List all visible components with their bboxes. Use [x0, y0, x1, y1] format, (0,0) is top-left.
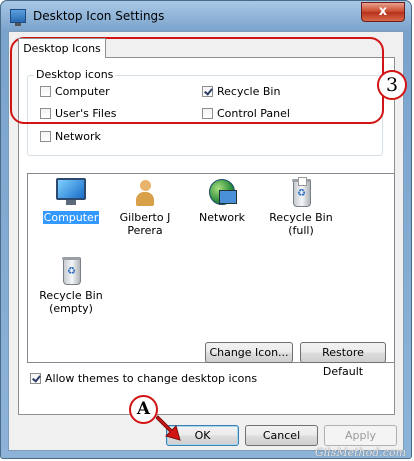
list-item-user-files[interactable]: Gilberto J Perera: [108, 176, 182, 237]
checkbox-recycle-bin[interactable]: Recycle Bin: [202, 85, 280, 98]
icon-list-view[interactable]: Computer Gilberto J Perera Network ♻ Rec…: [27, 173, 395, 363]
dialog-window: Desktop Icon Settings x Desktop Icons De…: [0, 0, 412, 459]
watermark-text: GilsMethod.com: [314, 446, 406, 459]
checkbox-box-checked[interactable]: [30, 373, 41, 384]
dialog-client-area: Desktop Icons Desktop icons Computer Use…: [8, 31, 404, 451]
checkbox-label: Network: [55, 130, 101, 143]
checkbox-box-checked[interactable]: [202, 86, 213, 97]
list-item-label: Recycle Bin (full): [269, 211, 333, 237]
recycle-bin-full-icon: ♻: [284, 176, 318, 208]
change-icon-button[interactable]: Change Icon...: [205, 342, 293, 363]
group-legend: Desktop icons: [34, 68, 116, 81]
desktop-settings-icon: [10, 9, 26, 26]
apply-button[interactable]: Apply: [324, 425, 397, 446]
checkbox-box[interactable]: [40, 86, 51, 97]
list-item-computer[interactable]: Computer: [34, 176, 108, 224]
desktop-icons-groupbox: Desktop icons Computer User's Files Netw…: [27, 68, 383, 156]
list-item-recycle-bin-empty[interactable]: ♻ Recycle Bin (empty): [34, 254, 108, 315]
checkbox-label: Computer: [55, 85, 110, 98]
list-item-label: Recycle Bin (empty): [39, 289, 103, 315]
checkbox-control-panel[interactable]: Control Panel: [202, 107, 290, 120]
network-icon: [205, 176, 239, 208]
checkbox-label: User's Files: [55, 107, 117, 120]
checkbox-box[interactable]: [40, 131, 51, 142]
step-number-callout: 3: [377, 70, 407, 100]
step-letter-callout: A: [129, 395, 158, 424]
cancel-button[interactable]: Cancel: [245, 425, 318, 446]
checkbox-label: Recycle Bin: [217, 85, 281, 98]
list-item-network[interactable]: Network: [185, 176, 259, 224]
checkbox-label: Control Panel: [217, 107, 290, 120]
user-folder-icon: [128, 176, 162, 208]
checkbox-box[interactable]: [40, 108, 51, 119]
list-item-label: Gilberto J Perera: [119, 211, 171, 237]
window-title: Desktop Icon Settings: [33, 9, 165, 23]
recycle-bin-empty-icon: ♻: [54, 254, 88, 286]
checkbox-label: Allow themes to change desktop icons: [45, 372, 258, 385]
close-button[interactable]: x: [361, 2, 405, 22]
restore-default-button[interactable]: Restore Default: [300, 342, 386, 378]
allow-themes-checkbox[interactable]: Allow themes to change desktop icons: [30, 372, 257, 385]
list-item-label: Network: [199, 211, 245, 224]
list-item-recycle-bin-full[interactable]: ♻ Recycle Bin (full): [264, 176, 338, 237]
computer-icon: [54, 176, 88, 208]
checkbox-box[interactable]: [202, 108, 213, 119]
list-item-label: Computer: [42, 211, 100, 224]
tab-desktop-icons[interactable]: Desktop Icons: [18, 38, 106, 58]
checkbox-users-files[interactable]: User's Files: [40, 107, 116, 120]
ok-button[interactable]: OK: [166, 425, 239, 446]
checkbox-network[interactable]: Network: [40, 130, 101, 143]
title-bar[interactable]: Desktop Icon Settings x: [1, 1, 411, 31]
checkbox-computer[interactable]: Computer: [40, 85, 110, 98]
